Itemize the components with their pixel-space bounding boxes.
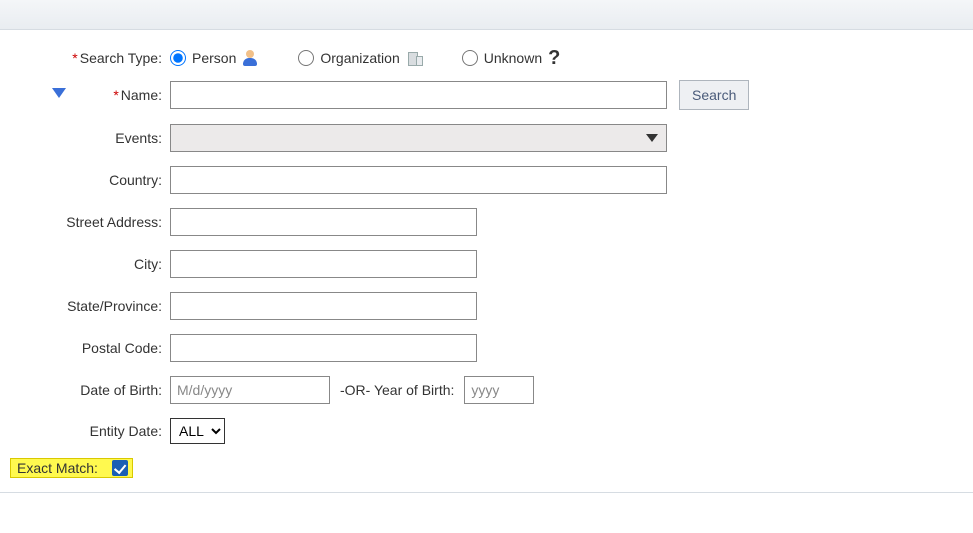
radio-organization-label: Organization <box>320 50 399 66</box>
label-city: City: <box>10 256 170 272</box>
row-postal: Postal Code: <box>10 334 963 362</box>
row-entity-date: Entity Date: ALL <box>10 418 963 444</box>
search-form: *Search Type: Person Organization Unknow… <box>0 30 973 493</box>
label-dob: Date of Birth: <box>10 382 170 398</box>
yob-input[interactable] <box>464 376 534 404</box>
top-bar <box>0 0 973 30</box>
exact-match-checkbox[interactable] <box>112 460 128 476</box>
label-search-type: *Search Type: <box>10 50 170 66</box>
row-exact-match: Exact Match: <box>10 458 963 478</box>
country-input[interactable] <box>170 166 667 194</box>
row-city: City: <box>10 250 963 278</box>
exact-match-highlight: Exact Match: <box>10 458 133 478</box>
chevron-down-icon <box>646 134 658 142</box>
radio-unknown-label: Unknown <box>484 50 542 66</box>
label-name: *Name: <box>10 87 170 103</box>
name-input[interactable] <box>170 81 667 109</box>
radio-person-input[interactable] <box>170 50 186 66</box>
entity-date-select[interactable]: ALL <box>170 418 225 444</box>
expand-icon[interactable] <box>52 88 66 98</box>
required-marker: * <box>113 87 118 103</box>
person-icon <box>242 50 258 66</box>
question-icon: ? <box>548 50 560 66</box>
label-entity-date: Entity Date: <box>10 423 170 439</box>
label-state: State/Province: <box>10 298 170 314</box>
radio-organization[interactable]: Organization <box>298 50 421 66</box>
label-country: Country: <box>10 172 170 188</box>
row-state: State/Province: <box>10 292 963 320</box>
row-country: Country: <box>10 166 963 194</box>
organization-icon <box>406 50 422 66</box>
postal-input[interactable] <box>170 334 477 362</box>
street-input[interactable] <box>170 208 477 236</box>
row-name: *Name: Search <box>10 80 963 110</box>
radio-person-label: Person <box>192 50 236 66</box>
radio-organization-input[interactable] <box>298 50 314 66</box>
required-marker: * <box>72 50 77 66</box>
row-events: Events: <box>10 124 963 152</box>
row-dob: Date of Birth: -OR- Year of Birth: <box>10 376 963 404</box>
label-exact-match: Exact Match: <box>11 460 106 476</box>
label-events: Events: <box>10 130 170 146</box>
radio-unknown[interactable]: Unknown ? <box>462 50 561 66</box>
state-input[interactable] <box>170 292 477 320</box>
events-select[interactable] <box>170 124 667 152</box>
radio-unknown-input[interactable] <box>462 50 478 66</box>
row-street: Street Address: <box>10 208 963 236</box>
search-button[interactable]: Search <box>679 80 749 110</box>
label-name-text: Name: <box>121 87 162 103</box>
label-postal: Postal Code: <box>10 340 170 356</box>
dob-input[interactable] <box>170 376 330 404</box>
radio-person[interactable]: Person <box>170 50 258 66</box>
city-input[interactable] <box>170 250 477 278</box>
or-year-label: -OR- Year of Birth: <box>340 382 454 398</box>
row-search-type: *Search Type: Person Organization Unknow… <box>10 50 963 66</box>
search-type-radio-group: Person Organization Unknown ? <box>170 50 560 66</box>
label-street: Street Address: <box>10 214 170 230</box>
label-search-type-text: Search Type: <box>80 50 162 66</box>
